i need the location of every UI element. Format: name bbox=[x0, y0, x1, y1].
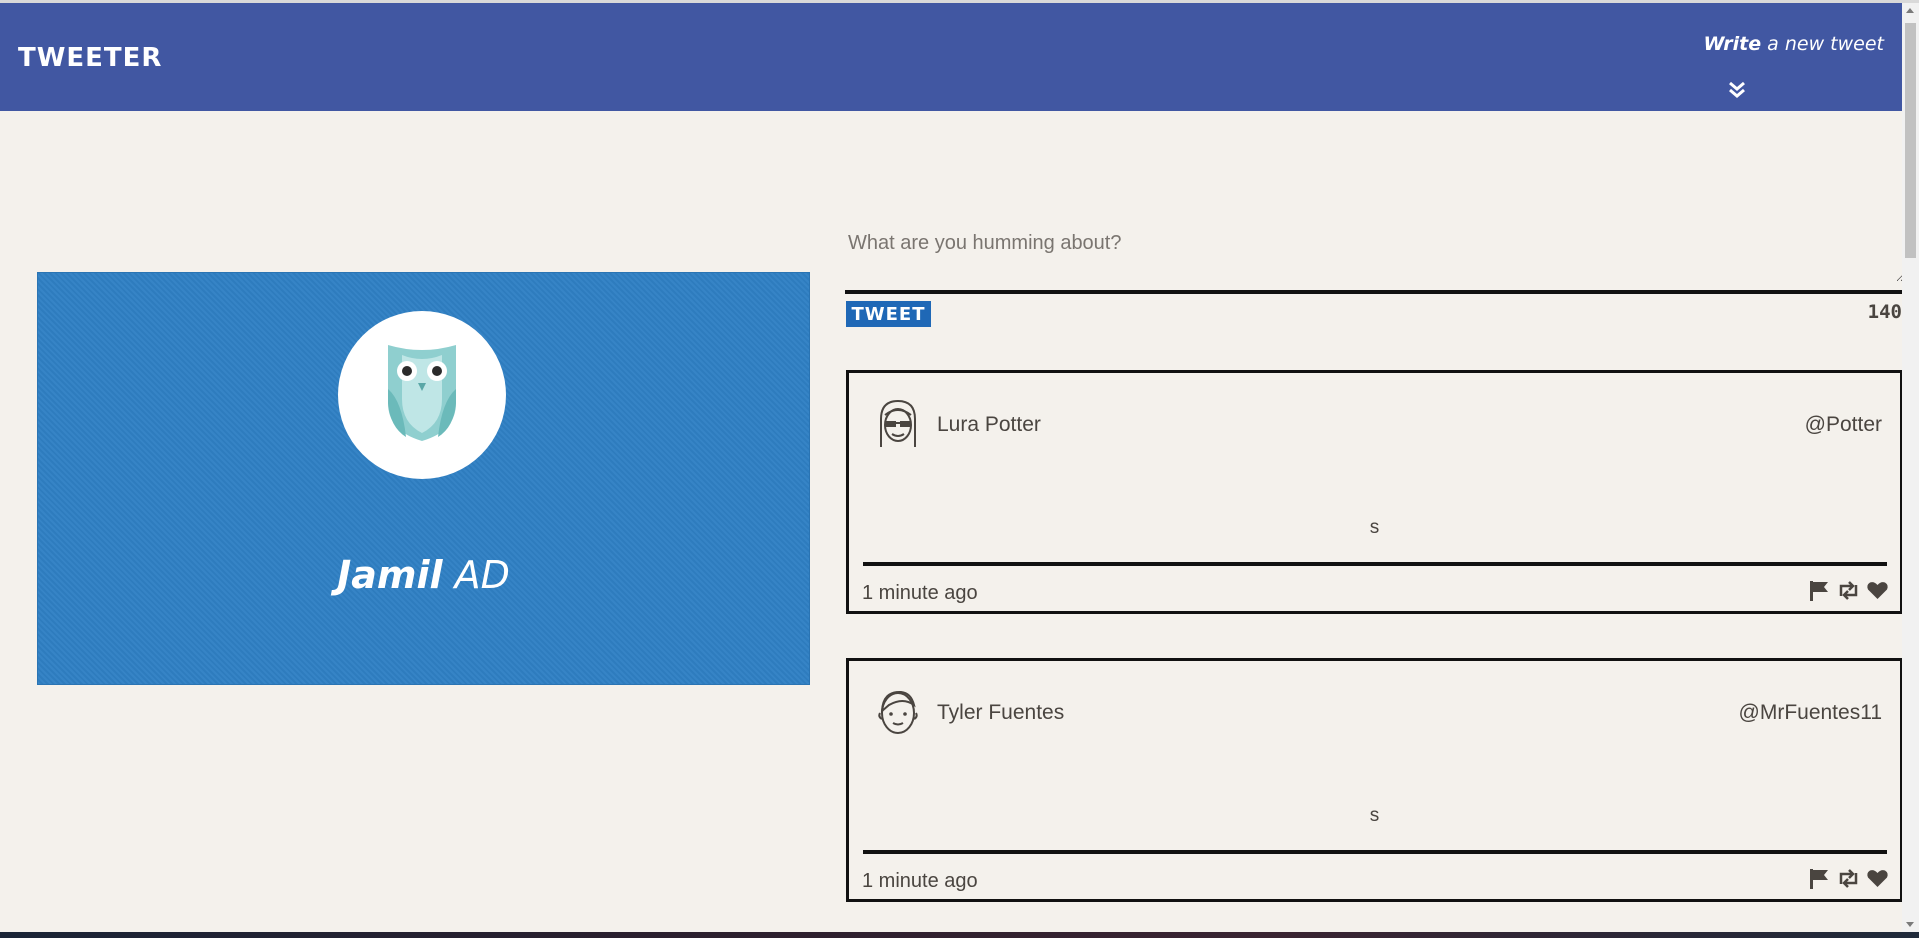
tweet-author-handle[interactable]: @MrFuentes11 bbox=[1739, 701, 1882, 725]
heart-icon[interactable] bbox=[1865, 866, 1890, 891]
tweet-author-handle[interactable]: @Potter bbox=[1805, 413, 1882, 437]
taskbar-edge bbox=[0, 932, 1919, 938]
flag-icon[interactable] bbox=[1807, 866, 1832, 891]
tweet-body: s bbox=[1369, 805, 1380, 826]
heart-icon[interactable] bbox=[1865, 578, 1890, 603]
flag-icon[interactable] bbox=[1807, 578, 1832, 603]
retweet-icon[interactable] bbox=[1836, 866, 1861, 891]
scrollbar-thumb[interactable] bbox=[1905, 23, 1916, 258]
tweet-timestamp: 1 minute ago bbox=[862, 582, 978, 604]
tweet-card: Lura Potter @Potter s 1 minute ago bbox=[846, 370, 1903, 614]
tweet-timestamp: 1 minute ago bbox=[862, 870, 978, 892]
woman-sunglasses-avatar-icon bbox=[880, 399, 916, 447]
profile-last-name: AD bbox=[442, 553, 510, 597]
tweet-actions bbox=[1807, 866, 1890, 891]
character-counter: 140 bbox=[1867, 301, 1902, 323]
scroll-down-arrow-icon[interactable] bbox=[1906, 922, 1914, 927]
tweet-divider bbox=[863, 850, 1887, 854]
compose-divider bbox=[845, 290, 1903, 294]
brand-logo[interactable]: TWEETER bbox=[18, 43, 162, 73]
man-avatar-icon bbox=[878, 690, 918, 734]
tweet-author-name[interactable]: Tyler Fuentes bbox=[937, 701, 1064, 725]
write-new-tweet-toggle[interactable]: Write a new tweet bbox=[1703, 33, 1884, 55]
profile-card: Jamil AD bbox=[37, 272, 810, 685]
vertical-scrollbar[interactable] bbox=[1902, 3, 1919, 932]
compose-toggle-suffix: a new tweet bbox=[1761, 33, 1884, 55]
profile-name: Jamil AD bbox=[38, 553, 809, 597]
profile-first-name: Jamil bbox=[337, 553, 443, 597]
tweet-actions bbox=[1807, 578, 1890, 603]
tweet-divider bbox=[863, 562, 1887, 566]
owl-icon bbox=[388, 345, 456, 441]
tweet-body: s bbox=[1369, 517, 1380, 538]
tweet-submit-button[interactable]: TWEET bbox=[846, 301, 931, 327]
tweet-author-name[interactable]: Lura Potter bbox=[937, 413, 1041, 437]
compose-toggle-prefix: Write bbox=[1703, 33, 1762, 55]
double-chevron-down-icon[interactable] bbox=[1728, 81, 1746, 99]
profile-avatar bbox=[338, 311, 506, 479]
navbar: TWEETER Write a new tweet bbox=[0, 3, 1902, 111]
tweet-compose-input[interactable] bbox=[846, 232, 1905, 282]
retweet-icon[interactable] bbox=[1836, 578, 1861, 603]
scroll-up-arrow-icon[interactable] bbox=[1906, 8, 1914, 13]
tweet-card: Tyler Fuentes @MrFuentes11 s 1 minute ag… bbox=[846, 658, 1903, 902]
